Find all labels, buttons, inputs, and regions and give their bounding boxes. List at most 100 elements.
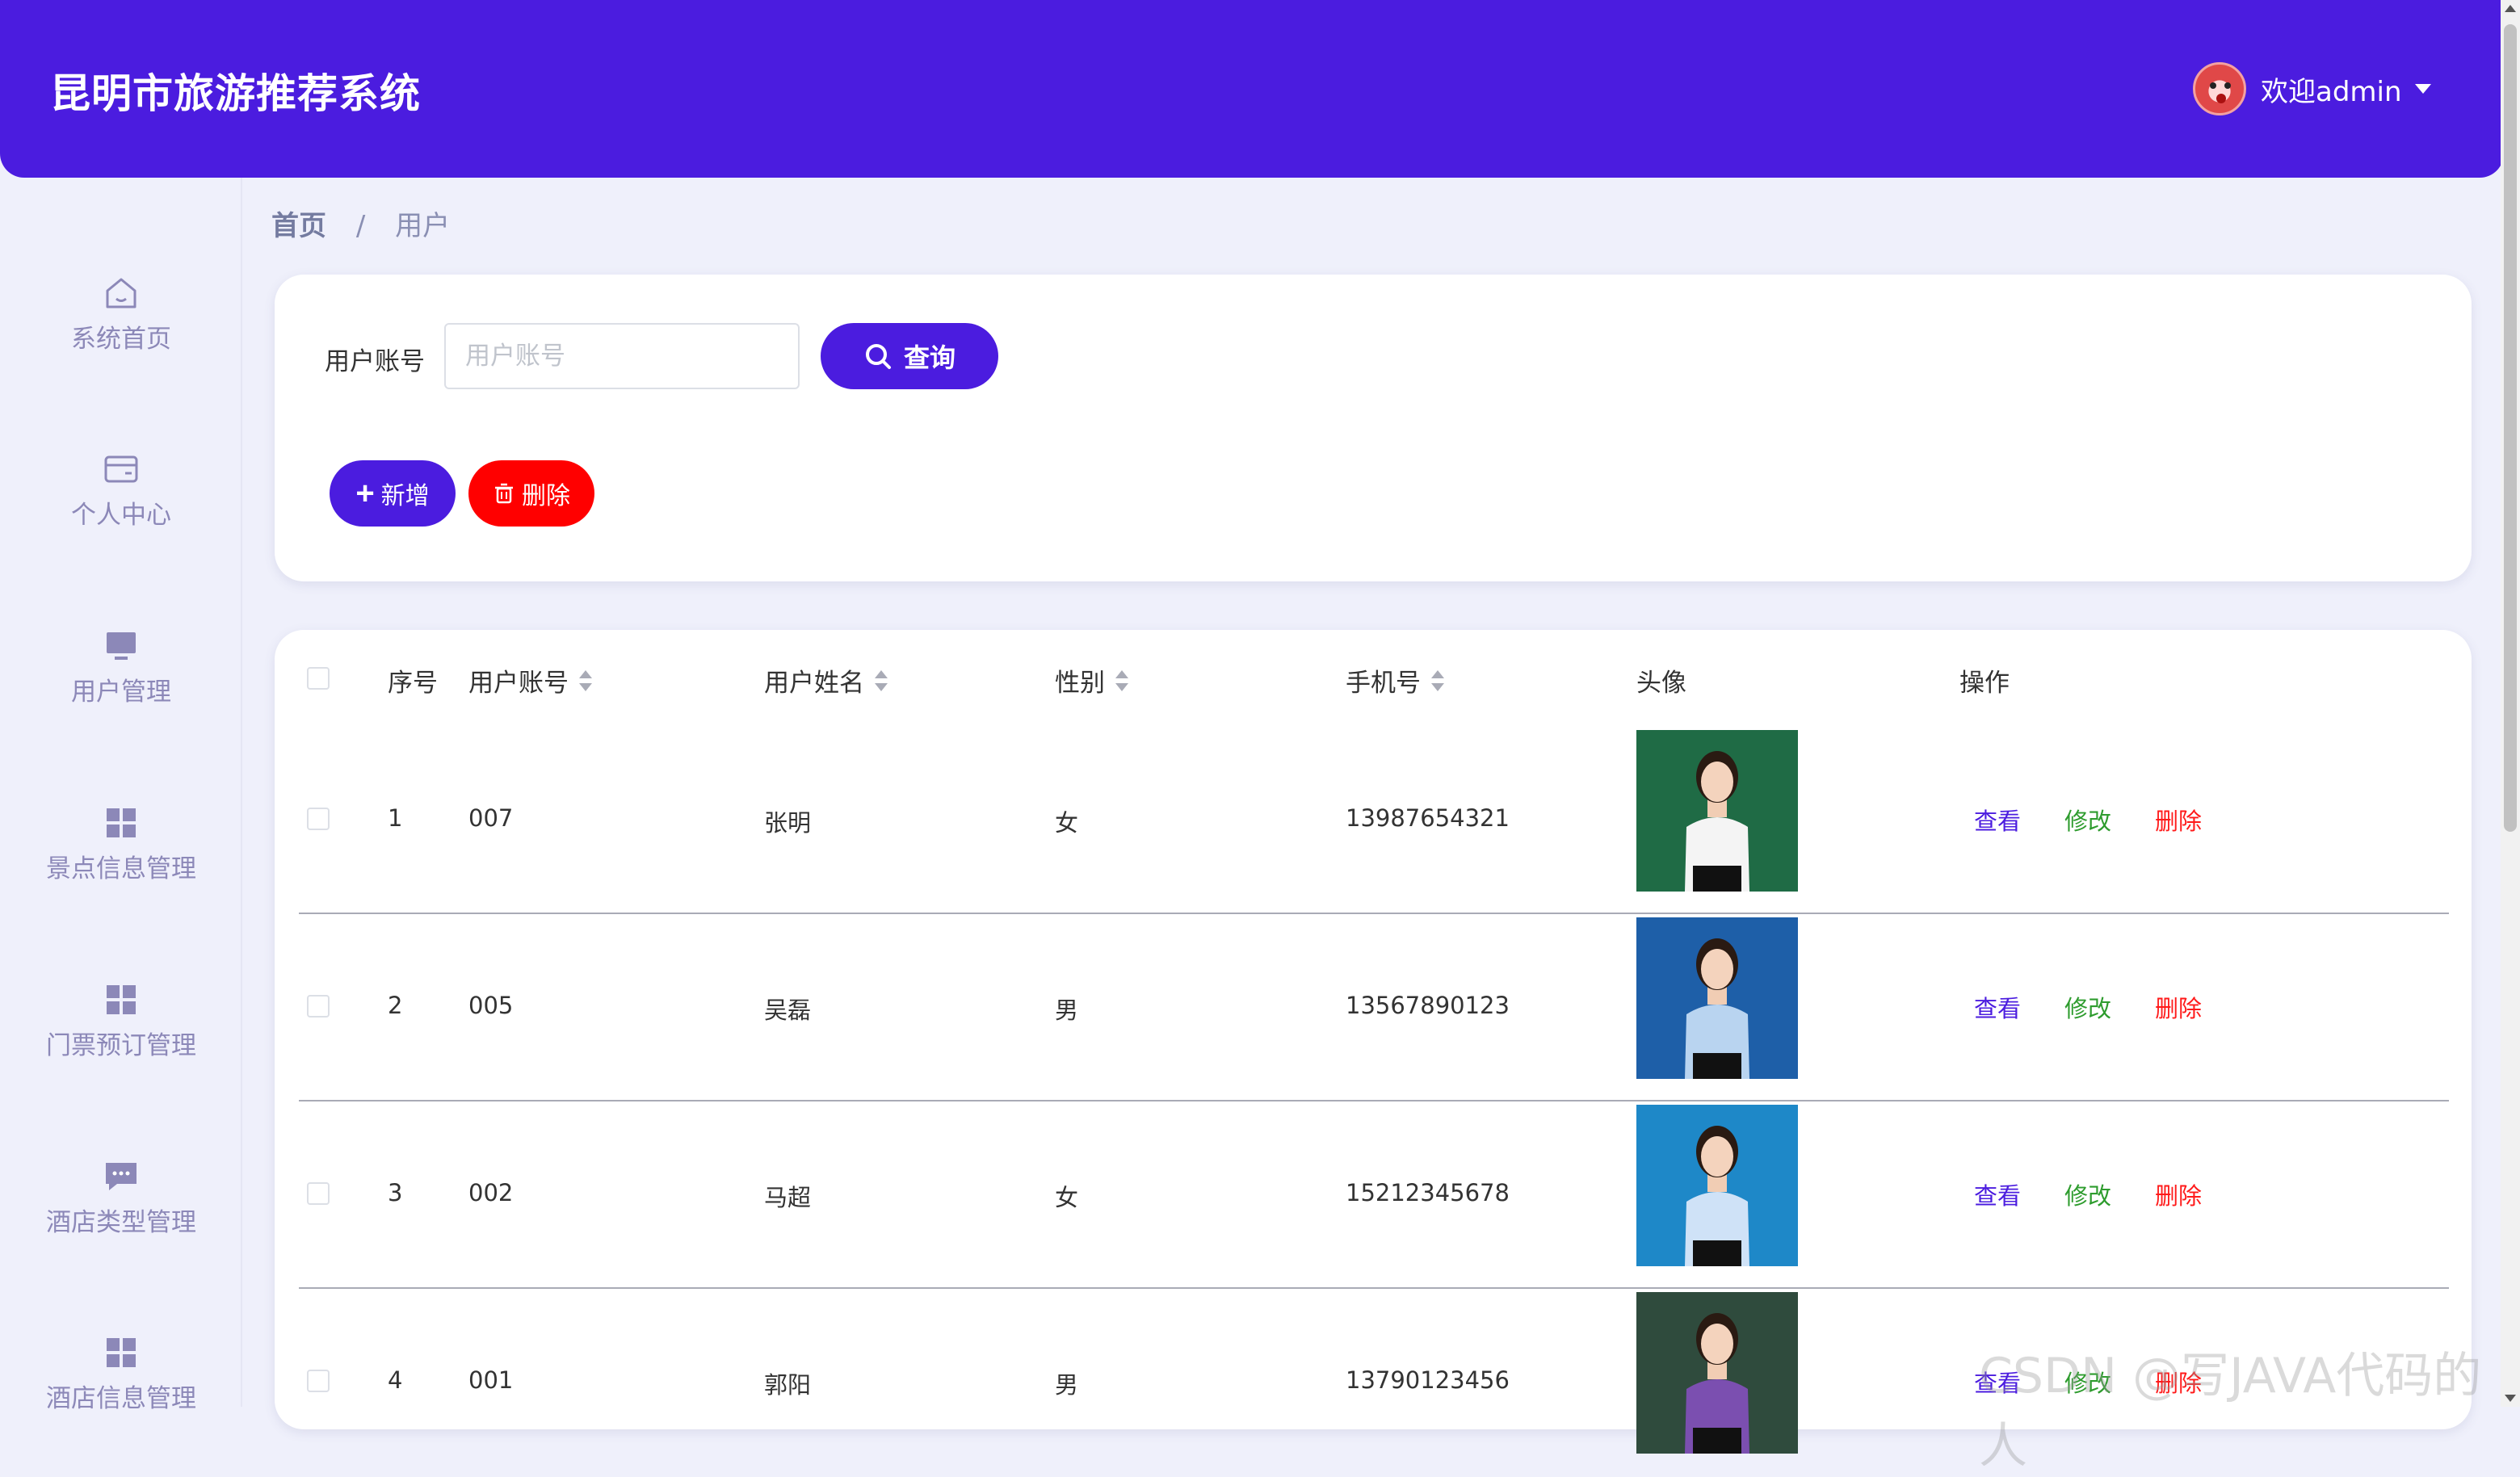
table-row: 1 007 张明 女 13987654321 查看 修改 删除 [299, 727, 2449, 914]
add-button[interactable]: + 新增 [330, 460, 456, 527]
cell-account: 005 [468, 992, 514, 1019]
sidebar-item-label: 酒店类型管理 [46, 1208, 196, 1237]
search-icon [865, 344, 891, 369]
breadcrumb: 首页 / 用户 [271, 204, 450, 243]
cell-phone: 13987654321 [1346, 804, 1510, 832]
sort-icon[interactable] [1430, 669, 1445, 691]
column-header-avatar: 头像 [1636, 662, 1686, 699]
sidebar-item-attractions[interactable]: 景点信息管理 [0, 804, 242, 925]
column-header-account[interactable]: 用户账号 [468, 662, 593, 699]
grid-icon [103, 981, 140, 1018]
sidebar-item-home[interactable]: 系统首页 [0, 275, 242, 396]
edit-button[interactable]: 修改 [2064, 803, 2111, 837]
plus-icon: + [355, 476, 375, 511]
breadcrumb-separator: / [355, 210, 366, 242]
column-header-label: 用户姓名 [764, 669, 864, 698]
column-header-gender[interactable]: 性别 [1055, 662, 1129, 699]
chat-icon [103, 1158, 140, 1195]
sidebar-item-label: 用户管理 [71, 678, 171, 707]
breadcrumb-current: 用户 [395, 210, 451, 242]
add-button-label: 新增 [380, 483, 430, 510]
cell-name: 郭阳 [764, 1371, 812, 1399]
grid-icon [103, 804, 140, 841]
query-button[interactable]: 查询 [821, 323, 998, 389]
cell-index: 1 [388, 804, 403, 832]
home-icon [103, 275, 140, 312]
welcome-text[interactable]: 欢迎admin [2261, 69, 2402, 109]
sort-icon[interactable] [578, 669, 593, 691]
app-title: 昆明市旅游推荐系统 [50, 70, 421, 117]
cell-name: 吴磊 [764, 997, 812, 1024]
cell-account: 007 [468, 804, 514, 832]
column-header-label: 手机号 [1346, 669, 1421, 698]
column-header-label: 操作 [1959, 669, 2010, 698]
edit-button[interactable]: 修改 [2064, 990, 2111, 1024]
column-header-label: 序号 [388, 669, 438, 698]
breadcrumb-home[interactable]: 首页 [271, 210, 326, 242]
row-checkbox[interactable] [307, 1182, 330, 1205]
scroll-thumb[interactable] [2504, 24, 2517, 832]
sidebar-item-users[interactable]: 用户管理 [0, 627, 242, 749]
avatar-photo[interactable] [1636, 917, 1798, 1079]
row-checkbox[interactable] [307, 1370, 330, 1392]
cell-name: 张明 [764, 809, 812, 837]
cell-gender: 男 [1055, 997, 1079, 1024]
search-label: 用户账号 [325, 347, 425, 376]
cell-account: 001 [468, 1366, 514, 1394]
bulk-delete-button[interactable]: 删除 [468, 460, 594, 527]
view-button[interactable]: 查看 [1974, 803, 2021, 837]
sidebar-item-hotels[interactable]: 酒店信息管理 [0, 1334, 242, 1455]
view-button[interactable]: 查看 [1974, 1177, 2021, 1211]
sidebar-item-label: 个人中心 [71, 501, 171, 530]
search-input[interactable] [444, 323, 800, 389]
row-checkbox[interactable] [307, 995, 330, 1018]
cell-index: 4 [388, 1366, 403, 1394]
delete-row-button[interactable]: 删除 [2155, 803, 2202, 837]
view-button[interactable]: 查看 [1974, 990, 2021, 1024]
row-checkbox[interactable] [307, 808, 330, 830]
scroll-down-icon[interactable] [2505, 1395, 2516, 1402]
avatar[interactable] [2193, 62, 2246, 115]
scrollbar[interactable] [2501, 0, 2520, 1407]
cell-account: 002 [468, 1179, 514, 1206]
avatar-eye [2210, 82, 2216, 89]
avatar-photo[interactable] [1636, 1105, 1798, 1266]
column-header-label: 头像 [1636, 669, 1686, 698]
column-header-phone[interactable]: 手机号 [1346, 662, 1445, 699]
cell-index: 2 [388, 992, 403, 1019]
sidebar-item-label: 酒店信息管理 [46, 1384, 196, 1413]
sidebar-item-tickets[interactable]: 门票预订管理 [0, 981, 242, 1102]
monitor-icon [103, 627, 140, 665]
cell-phone: 13790123456 [1346, 1366, 1510, 1394]
user-menu[interactable]: 欢迎admin [2193, 60, 2431, 118]
edit-button[interactable]: 修改 [2064, 1177, 2111, 1211]
sidebar-item-hotel-types[interactable]: 酒店类型管理 [0, 1158, 242, 1279]
id-card-icon [103, 451, 140, 488]
scroll-up-icon[interactable] [2505, 5, 2516, 12]
column-header-index: 序号 [388, 662, 438, 699]
sort-icon[interactable] [874, 669, 888, 691]
user-table: 序号 用户账号 用户姓名 性别 手机号 头像 操作 1 007 张明 女 139… [275, 630, 2472, 1454]
column-header-name[interactable]: 用户姓名 [764, 662, 888, 699]
sidebar-item-profile[interactable]: 个人中心 [0, 451, 242, 572]
delete-row-button[interactable]: 删除 [2155, 1177, 2202, 1211]
sort-icon[interactable] [1115, 669, 1129, 691]
cell-phone: 13567890123 [1346, 992, 1510, 1019]
table-row: 3 002 马超 女 15212345678 查看 修改 删除 [299, 1101, 2449, 1289]
delete-button-label: 删除 [522, 483, 570, 510]
top-header: 昆明市旅游推荐系统 欢迎admin [0, 0, 2504, 178]
delete-row-button[interactable]: 删除 [2155, 990, 2202, 1024]
trash-icon [495, 483, 513, 504]
select-all-checkbox[interactable] [307, 667, 330, 690]
sidebar-item-label: 景点信息管理 [46, 854, 196, 883]
cell-name: 马超 [764, 1184, 812, 1211]
avatar-photo[interactable] [1636, 1292, 1798, 1454]
avatar-photo[interactable] [1636, 730, 1798, 892]
cell-gender: 女 [1055, 1184, 1079, 1211]
column-header-label: 用户账号 [468, 669, 569, 698]
sidebar-item-label: 门票预订管理 [46, 1031, 196, 1060]
query-button-label: 查询 [903, 343, 956, 372]
caret-down-icon[interactable] [2414, 84, 2431, 94]
cell-index: 3 [388, 1179, 403, 1206]
cell-gender: 女 [1055, 809, 1079, 837]
